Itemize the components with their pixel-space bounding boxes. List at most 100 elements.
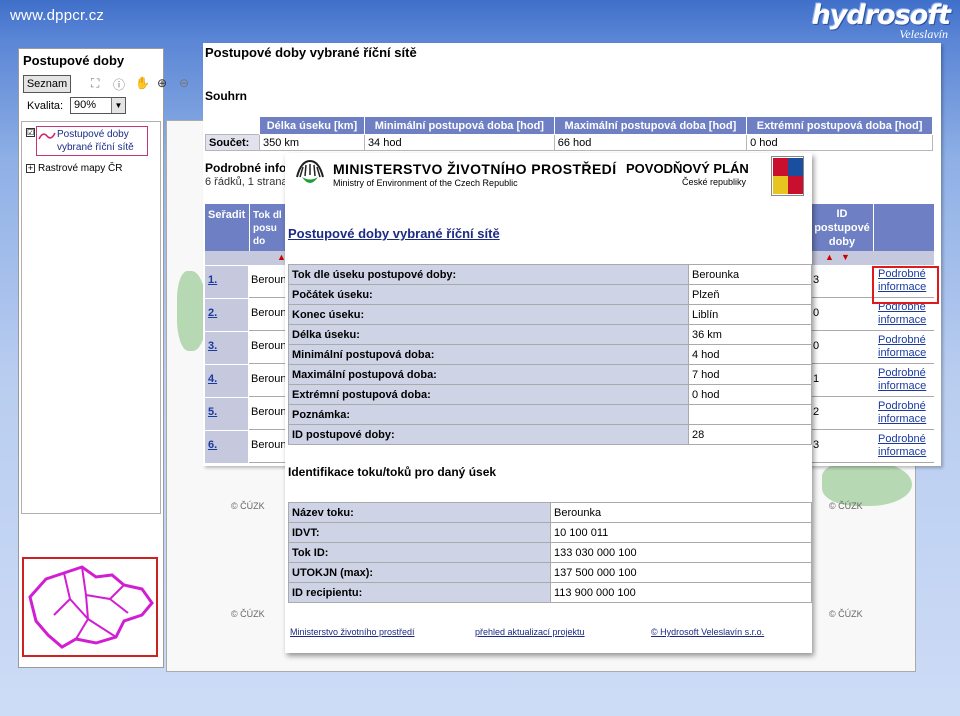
id-column-header: ID postupové doby	[811, 204, 873, 251]
field-value: 133 030 000 100	[550, 542, 812, 563]
row-number-link[interactable]: 6.	[205, 431, 249, 463]
plan-title: POVODŇOVÝ PLÁN	[626, 161, 749, 176]
sort-up-icon[interactable]: ▲	[825, 252, 834, 262]
row-number-link[interactable]: 3.	[205, 332, 249, 364]
layer-label: Postupové doby vybrané říční sítě	[57, 129, 134, 153]
details-link[interactable]: Podrobné informace	[878, 367, 926, 393]
field-value: Plzeň	[688, 284, 812, 305]
field-value: Berounka	[550, 502, 812, 523]
identification-heading: Identifikace toku/toků pro daný úsek	[288, 465, 497, 479]
field-label: Poznámka:	[288, 404, 689, 425]
table-cell: 34 hod	[363, 134, 555, 151]
page-title: Postupové doby vybrané říční sítě	[205, 45, 417, 60]
row-tok: Beroun	[251, 439, 287, 451]
table-row: UTOKJN (max): 137 500 000 100	[288, 562, 812, 583]
table-row: ID postupové doby: 28	[288, 424, 812, 445]
table-row: Tok ID: 133 030 000 100	[288, 542, 812, 563]
details-link[interactable]: Podrobné informace	[878, 301, 926, 327]
column-header: Extrémní postupová doba [hod]	[746, 116, 933, 135]
column-header: Délka úseku [km]	[259, 116, 365, 135]
row-label: Součet:	[205, 134, 260, 151]
layer-river-network[interactable]: ☑	[26, 126, 35, 139]
table-cell: 350 km	[259, 134, 365, 151]
field-value: 0 hod	[688, 384, 812, 405]
field-label: Tok dle úseku postupové doby:	[288, 264, 689, 285]
zoom-in-icon[interactable]: ⊕	[157, 76, 167, 90]
chevron-down-icon[interactable]: ▼	[111, 98, 125, 113]
footer-link-ministry[interactable]: Ministerstvo životního prostředí	[290, 627, 415, 637]
layer-active-box[interactable]: Postupové doby vybrané říční sítě	[36, 126, 148, 156]
table-row: Poznámka:	[288, 404, 812, 425]
row-number-link[interactable]: 2.	[205, 299, 249, 331]
footer-link-hydrosoft[interactable]: © Hydrosoft Veleslavín s.r.o.	[651, 627, 764, 637]
zoom-extent-icon[interactable]: ⛶	[91, 76, 99, 91]
field-value: 28	[688, 424, 812, 445]
table-row: Maximální postupová doba: 7 hod	[288, 364, 812, 385]
field-value: 36 km	[688, 324, 812, 345]
footer-link-updates[interactable]: přehled aktualizací projektu	[475, 627, 585, 637]
field-label: UTOKJN (max):	[288, 562, 551, 583]
row-tok: Beroun	[251, 373, 287, 385]
details-link[interactable]: Podrobné informace	[878, 433, 926, 459]
sort-arrows: ▲ ▼	[811, 251, 934, 265]
field-value: 10 100 011	[550, 522, 812, 543]
row-tok: Beroun	[251, 406, 287, 418]
zoom-out-icon[interactable]: ⊖	[179, 76, 189, 90]
quality-select[interactable]: 90% ▼	[70, 97, 126, 114]
table-row: IDVT: 10 100 011	[288, 522, 812, 543]
sort-down-icon[interactable]: ▼	[841, 252, 850, 262]
row-id: 0	[813, 340, 820, 352]
detail-heading: Podrobné info	[205, 161, 287, 175]
details-link[interactable]: Podrobné informace	[878, 334, 926, 360]
row-id: 1	[813, 373, 820, 385]
pan-hand-icon[interactable]: ✋	[135, 76, 150, 90]
ministry-name: MINISTERSTVO ŽIVOTNÍHO PROSTŘEDÍ	[333, 161, 617, 177]
table-cell: 0 hod	[746, 134, 933, 151]
overview-map[interactable]	[22, 557, 158, 657]
plan-subtitle: České republiky	[682, 177, 747, 187]
ministry-name-en: Ministry of Environment of the Czech Rep…	[333, 178, 518, 188]
details-link[interactable]: Podrobné informace	[878, 400, 926, 426]
row-number-link[interactable]: 1.	[205, 266, 249, 298]
field-value: 137 500 000 100	[550, 562, 812, 583]
table-row: Délka úseku: 36 km	[288, 324, 812, 345]
layer-checkbox[interactable]: ☑	[26, 128, 35, 137]
field-label: Minimální postupová doba:	[288, 344, 689, 365]
sort-header[interactable]: Seřadit	[205, 204, 249, 251]
summary-heading: Souhrn	[205, 89, 247, 103]
table-row: Konec úseku: Liblín	[288, 304, 812, 325]
table-row: Tok dle úseku postupové doby: Berounka	[288, 264, 812, 285]
field-label: Počátek úseku:	[288, 284, 689, 305]
logo-place: Veleslavín	[899, 27, 948, 41]
highlight-callout	[872, 266, 939, 304]
summary-table: Délka úseku [km] Minimální postupová dob…	[205, 116, 933, 151]
line-layer-icon	[38, 132, 56, 140]
row-tok: Beroun	[251, 340, 287, 352]
layer-label: Rastrové mapy ČR	[38, 163, 123, 174]
tok-column-header: Tok dl posu do	[250, 204, 290, 251]
gis-title: Postupové doby	[23, 53, 125, 68]
ministry-header: MINISTERSTVO ŽIVOTNÍHO PROSTŘEDÍ Ministr…	[285, 153, 812, 201]
table-row: ID recipientu: 113 900 000 100	[288, 582, 812, 603]
table-cell: 66 hod	[553, 134, 748, 151]
row-number-link[interactable]: 5.	[205, 398, 249, 430]
expand-icon[interactable]: +	[26, 163, 35, 173]
table-row: Název toku: Berounka	[288, 502, 812, 523]
column-header: Minimální postupová doba [hod]	[363, 116, 555, 135]
map-copyright: © ČÚZK	[231, 501, 265, 511]
layer-tree: ☑ Postupové doby vybrané říční sítě + Ras…	[21, 121, 161, 514]
field-label: Délka úseku:	[288, 324, 689, 345]
identify-icon[interactable]: ⓘ	[113, 76, 125, 93]
field-label: ID postupové doby:	[288, 424, 689, 445]
map-copyright: © ČÚZK	[829, 609, 863, 619]
row-number-link[interactable]: 4.	[205, 365, 249, 397]
row-id: 0	[813, 307, 820, 319]
field-label: Maximální postupová doba:	[288, 364, 689, 385]
row-tok: Beroun	[251, 274, 287, 286]
ministry-logo-icon	[296, 159, 324, 183]
gis-panel: Postupové doby Seznam ⛶ ⓘ ✋ ⊕ ⊖ Kvalita:…	[18, 48, 189, 668]
layer-raster-maps[interactable]: + Rastrové mapy ČR	[26, 162, 122, 175]
detail-title[interactable]: Postupové doby vybrané říční sítě	[288, 226, 500, 241]
seznam-button[interactable]: Seznam	[23, 75, 71, 93]
map-copyright: © ČÚZK	[231, 609, 265, 619]
